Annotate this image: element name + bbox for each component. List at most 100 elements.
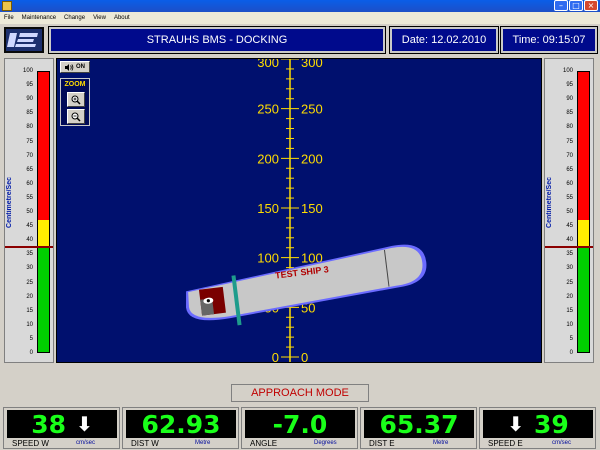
gauge-tick-label: 90 xyxy=(26,96,33,103)
gauge-tick-label: 20 xyxy=(26,293,33,300)
gauge-yellow-zone xyxy=(578,220,589,246)
ruler-label-left: 300 xyxy=(257,59,279,70)
minimize-button[interactable]: – xyxy=(554,0,568,11)
gauge-tick-label: 50 xyxy=(26,209,33,215)
gauge-tick-label: 95 xyxy=(26,82,33,89)
gauge-tick-label: 75 xyxy=(566,138,573,145)
header: STRAUHS BMS - DOCKING Date: 12.02.2010 T… xyxy=(0,24,600,56)
gauge-tick-label: 85 xyxy=(26,110,33,117)
window-controls: – □ × xyxy=(554,0,598,12)
gauge-tick-label: 65 xyxy=(26,166,33,173)
distance-west-value-panel: 62.93 xyxy=(126,409,236,439)
speed-east-unit: cm/sec xyxy=(552,440,572,446)
menu-view[interactable]: View xyxy=(93,15,106,21)
gauge-tick-label: 15 xyxy=(26,307,33,314)
gauge-tick-label: 55 xyxy=(26,194,33,201)
readout-angle: -7.0 ANGLE Degrees xyxy=(241,407,358,449)
menu-file[interactable]: File xyxy=(4,15,14,21)
east-gauge-scale: 100 95 90 85 80 75 70 65 60 55 50 45 40 35 30 25 20 15 10 5… xyxy=(559,68,573,356)
ruler-label-left: 100 xyxy=(257,251,279,266)
ruler-label-right: 0 xyxy=(301,350,308,363)
gauge-tick-label: 70 xyxy=(26,152,33,159)
speed-west-down-arrow-icon: ⬇ xyxy=(76,412,93,436)
window-title-bar[interactable]: – □ × xyxy=(0,0,600,12)
menu-change[interactable]: Change xyxy=(64,15,85,21)
angle-value-panel: -7.0 xyxy=(245,410,355,439)
gauge-tick-label: 70 xyxy=(566,152,573,159)
gauge-tick-label: 60 xyxy=(26,180,33,187)
logo-mark-icon xyxy=(7,33,38,47)
sound-state-label: ON xyxy=(76,64,85,70)
gauge-tick-label: 5 xyxy=(29,335,33,342)
zoom-in-button[interactable] xyxy=(67,92,85,107)
gauge-tick-label: 40 xyxy=(26,237,33,244)
gauge-tick-label: 10 xyxy=(26,321,33,328)
speed-west-value-panel: 38 ⬇ xyxy=(7,410,117,439)
gauge-yellow-zone xyxy=(38,220,49,246)
ruler-label-left: 0 xyxy=(272,350,279,363)
gauge-tick-label: 35 xyxy=(26,251,33,258)
west-speed-gauge: 100 95 90 85 80 75 70 65 60 55 50 45 40 35 30 25 20 15 10 5… xyxy=(4,58,54,363)
zoom-label: ZOOM xyxy=(64,81,86,88)
speed-west-unit: cm/sec xyxy=(76,440,96,446)
ruler-label-left: 150 xyxy=(257,201,279,216)
gauge-tick-label: 25 xyxy=(26,279,33,286)
gauge-tick-label: 75 xyxy=(26,138,33,145)
ruler-label-left: 200 xyxy=(257,151,279,166)
gauge-tick-label: 30 xyxy=(566,265,573,272)
menu-bar: File Maintenance Change View About xyxy=(0,12,600,24)
west-gauge-marker xyxy=(5,245,53,248)
distance-east-label: DIST E xyxy=(369,439,395,448)
menu-maintenance[interactable]: Maintenance xyxy=(22,15,56,21)
page-title: STRAUHS BMS - DOCKING xyxy=(48,26,386,54)
distance-east-unit: Metre xyxy=(433,440,449,446)
zoom-out-icon xyxy=(71,112,81,122)
speed-west-label: SPEED W xyxy=(12,439,49,448)
gauge-tick-label: 0 xyxy=(569,350,573,356)
readout-speed-west: 38 ⬇ SPEED W cm/sec xyxy=(3,407,120,449)
gauge-red-zone xyxy=(38,72,49,221)
speed-east-down-arrow-icon: ⬇ xyxy=(507,412,524,436)
operation-mode-label: APPROACH MODE xyxy=(231,384,369,402)
zoom-in-icon xyxy=(71,95,81,105)
date-display: Date: 12.02.2010 xyxy=(389,26,499,54)
zoom-out-button[interactable] xyxy=(67,109,85,124)
gauge-tick-label: 50 xyxy=(566,209,573,215)
east-speed-gauge: 100 95 90 85 80 75 70 65 60 55 50 45 40 35 30 25 20 15 10 5… xyxy=(544,58,594,363)
gauge-tick-label: 90 xyxy=(566,96,573,103)
ruler-label-left: 250 xyxy=(257,102,279,117)
docking-view[interactable]: 300300250250200200150150100100505000 TES… xyxy=(56,58,542,363)
docking-app-window: – □ × File Maintenance Change View About… xyxy=(0,0,600,450)
company-logo xyxy=(4,27,44,53)
angle-unit: Degrees xyxy=(314,440,337,446)
docking-view-canvas: 300300250250200200150150100100505000 TES… xyxy=(186,59,427,363)
gauge-tick-label: 80 xyxy=(566,124,573,131)
readout-distance-west: 62.93 DIST W Metre xyxy=(122,407,239,449)
maximize-button[interactable]: □ xyxy=(569,0,583,11)
gauge-tick-label: 35 xyxy=(566,251,573,258)
gauge-tick-label: 45 xyxy=(566,223,573,230)
ruler-label-right: 200 xyxy=(301,151,323,166)
gauge-tick-label: 100 xyxy=(22,68,33,74)
distance-west-label: DIST W xyxy=(131,439,159,448)
gauge-tick-label: 15 xyxy=(566,307,573,314)
gauge-tick-label: 80 xyxy=(26,124,33,131)
gauge-tick-label: 85 xyxy=(566,110,573,117)
distance-west-unit: Metre xyxy=(195,440,211,446)
speed-east-value: 39 xyxy=(533,409,569,439)
speed-east-label: SPEED E xyxy=(488,439,523,448)
distance-east-value: 65.37 xyxy=(379,409,459,439)
close-button[interactable]: × xyxy=(584,0,598,11)
gauge-tick-label: 30 xyxy=(26,265,33,272)
menu-about[interactable]: About xyxy=(114,15,130,21)
gauge-tick-label: 10 xyxy=(566,321,573,328)
ruler-label-right: 150 xyxy=(301,201,323,216)
west-gauge-bar xyxy=(37,71,50,353)
east-gauge-unit-label: Centimetre/Sec xyxy=(546,177,553,228)
sound-toggle-button[interactable]: ON xyxy=(60,61,90,73)
distance-west-value: 62.93 xyxy=(141,409,221,439)
gauge-tick-label: 100 xyxy=(562,68,573,74)
ruler-label-right: 250 xyxy=(301,102,323,117)
gauge-tick-label: 20 xyxy=(566,293,573,300)
zoom-panel: ZOOM xyxy=(60,78,90,126)
